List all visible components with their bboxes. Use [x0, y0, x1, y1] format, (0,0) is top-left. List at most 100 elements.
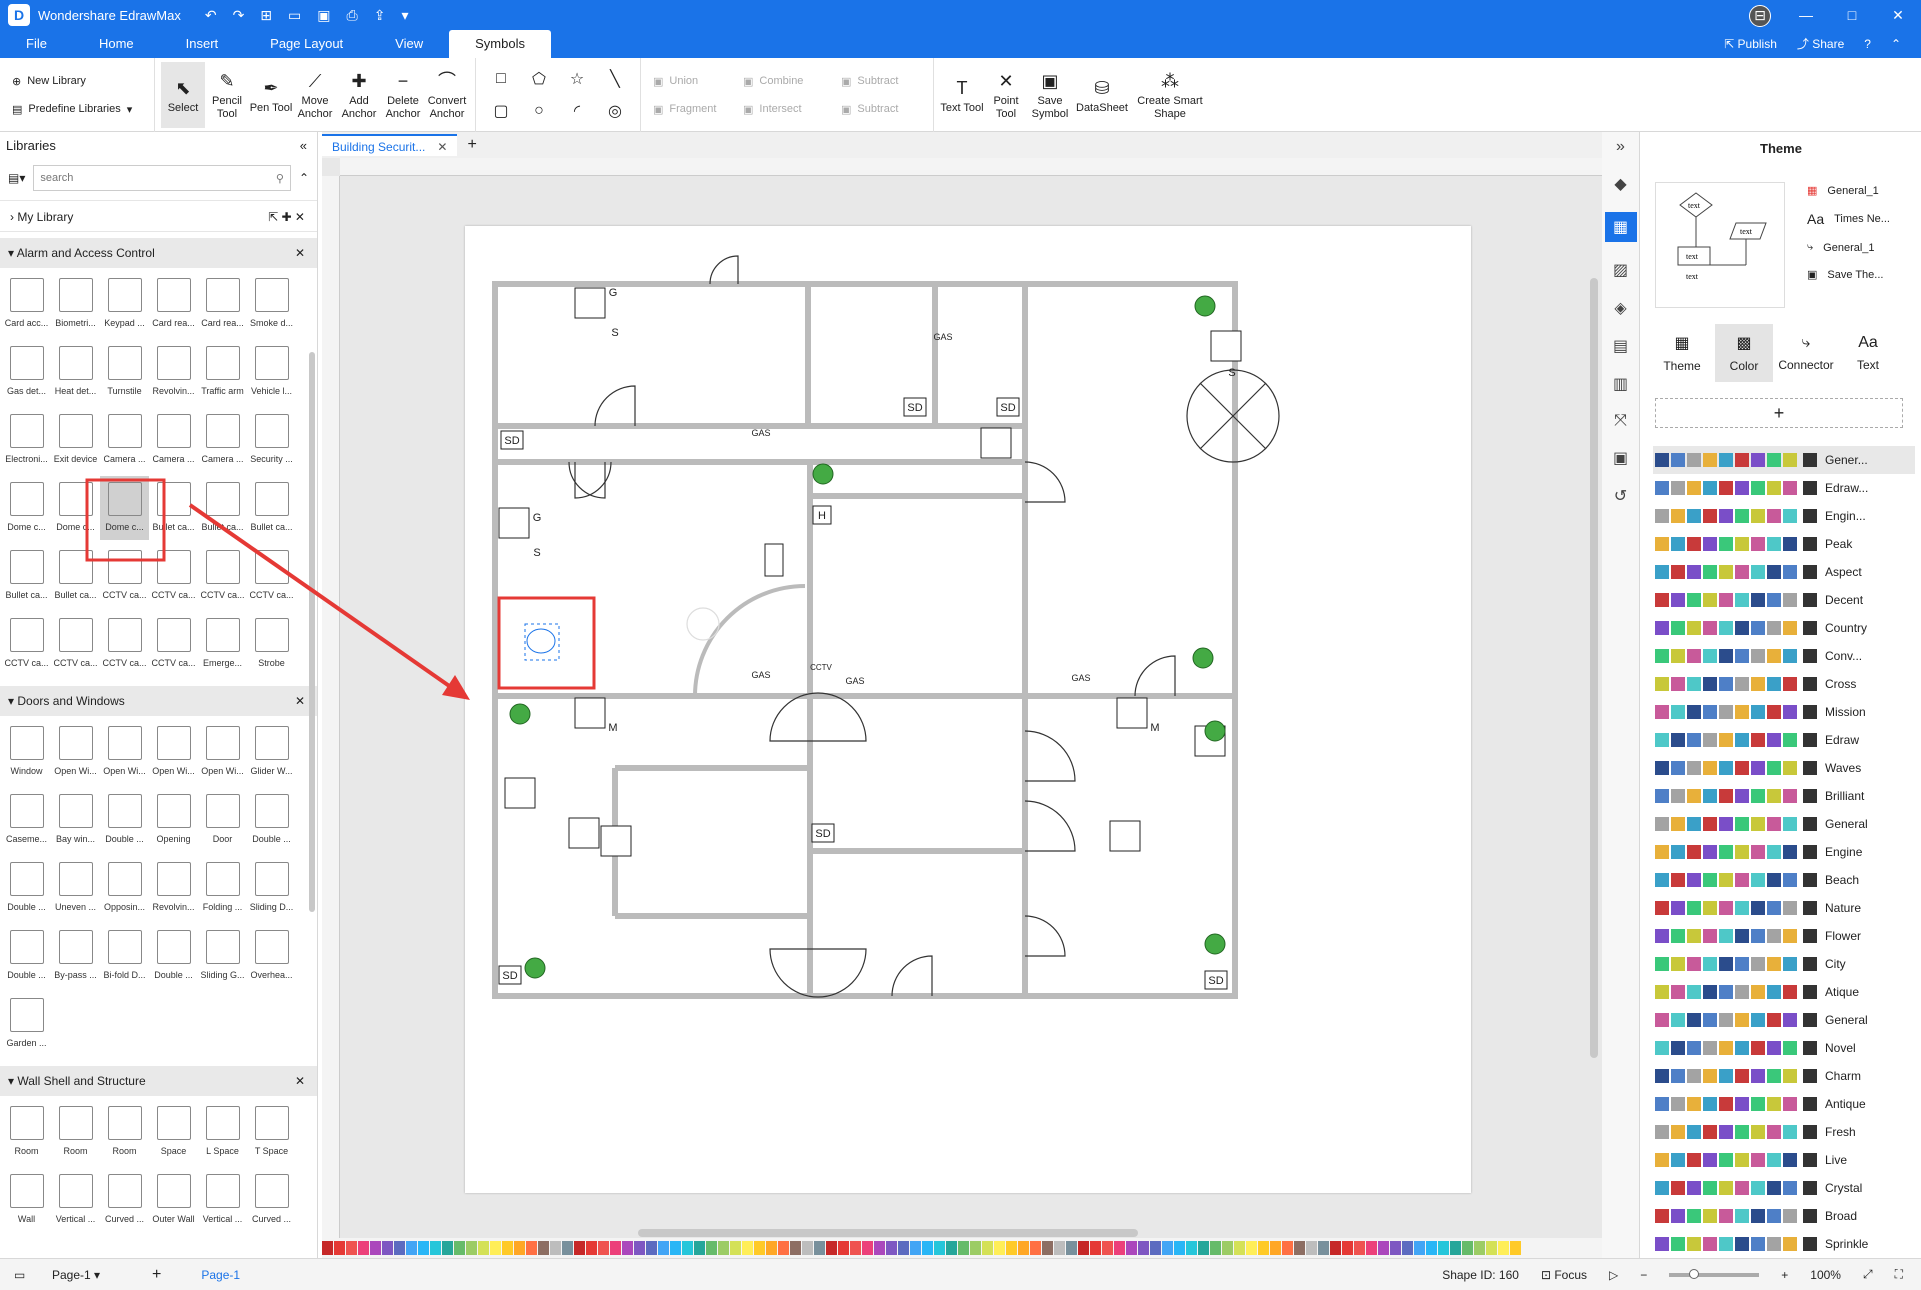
- palette-swatch[interactable]: [1342, 1241, 1353, 1255]
- palette-swatch[interactable]: [1414, 1241, 1425, 1255]
- palette-swatch[interactable]: [1510, 1241, 1521, 1255]
- palette-swatch[interactable]: [598, 1241, 609, 1255]
- theme-row[interactable]: Fresh: [1653, 1118, 1915, 1146]
- theme-row[interactable]: Mission: [1653, 698, 1915, 726]
- zoom-in-icon[interactable]: +: [1781, 1268, 1788, 1282]
- theme-row[interactable]: Engin...: [1653, 502, 1915, 530]
- palette-swatch[interactable]: [1174, 1241, 1185, 1255]
- palette-swatch[interactable]: [1222, 1241, 1233, 1255]
- theme-row[interactable]: Decent: [1653, 586, 1915, 614]
- palette-swatch[interactable]: [1042, 1241, 1053, 1255]
- palette-swatch[interactable]: [1006, 1241, 1017, 1255]
- theme-row[interactable]: Broad: [1653, 1202, 1915, 1230]
- palette-swatch[interactable]: [358, 1241, 369, 1255]
- palette-swatch[interactable]: [1402, 1241, 1413, 1255]
- palette-swatch[interactable]: [1030, 1241, 1041, 1255]
- palette-swatch[interactable]: [1054, 1241, 1065, 1255]
- palette-swatch[interactable]: [670, 1241, 681, 1255]
- connector-option[interactable]: ⤷ General_1: [1807, 241, 1890, 254]
- palette-swatch[interactable]: [766, 1241, 777, 1255]
- theme-icon[interactable]: ▦: [1604, 212, 1637, 242]
- theme-row[interactable]: Charm: [1653, 1062, 1915, 1090]
- palette-swatch[interactable]: [898, 1241, 909, 1255]
- palette-swatch[interactable]: [538, 1241, 549, 1255]
- theme-row[interactable]: Engine: [1653, 838, 1915, 866]
- palette-swatch[interactable]: [502, 1241, 513, 1255]
- palette-swatch[interactable]: [370, 1241, 381, 1255]
- palette-swatch[interactable]: [334, 1241, 345, 1255]
- font-option[interactable]: Aa Times Ne...: [1807, 211, 1890, 227]
- palette-swatch[interactable]: [658, 1241, 669, 1255]
- palette-swatch[interactable]: [1282, 1241, 1293, 1255]
- palette-swatch[interactable]: [586, 1241, 597, 1255]
- palette-swatch[interactable]: [526, 1241, 537, 1255]
- palette-swatch[interactable]: [406, 1241, 417, 1255]
- palette-swatch[interactable]: [394, 1241, 405, 1255]
- palette-swatch[interactable]: [1330, 1241, 1341, 1255]
- palette-swatch[interactable]: [1102, 1241, 1113, 1255]
- palette-swatch[interactable]: [1162, 1241, 1173, 1255]
- theme-row[interactable]: Conv...: [1653, 642, 1915, 670]
- palette-swatch[interactable]: [1258, 1241, 1269, 1255]
- palette-swatch[interactable]: [430, 1241, 441, 1255]
- palette-swatch[interactable]: [1210, 1241, 1221, 1255]
- fit-icon[interactable]: ⤧: [1614, 412, 1627, 430]
- palette-swatch[interactable]: [706, 1241, 717, 1255]
- palette-swatch[interactable]: [1294, 1241, 1305, 1255]
- palette-swatch[interactable]: [970, 1241, 981, 1255]
- theme-row[interactable]: Edraw: [1653, 726, 1915, 754]
- palette-swatch[interactable]: [478, 1241, 489, 1255]
- add-page-icon[interactable]: +: [152, 1266, 161, 1284]
- zoom-slider[interactable]: [1669, 1268, 1760, 1279]
- palette-swatch[interactable]: [802, 1241, 813, 1255]
- tab-text[interactable]: Aa Text: [1839, 324, 1897, 382]
- palette-swatch[interactable]: [718, 1241, 729, 1255]
- palette-swatch[interactable]: [322, 1241, 333, 1255]
- theme-row[interactable]: Novel: [1653, 1034, 1915, 1062]
- palette-swatch[interactable]: [1306, 1241, 1317, 1255]
- palette-swatch[interactable]: [1234, 1241, 1245, 1255]
- palette-swatch[interactable]: [1354, 1241, 1365, 1255]
- theme-row[interactable]: Country: [1653, 614, 1915, 642]
- theme-row[interactable]: Flower: [1653, 922, 1915, 950]
- palette-swatch[interactable]: [622, 1241, 633, 1255]
- theme-row[interactable]: Live: [1653, 1146, 1915, 1174]
- theme-row[interactable]: Atique: [1653, 978, 1915, 1006]
- palette-swatch[interactable]: [778, 1241, 789, 1255]
- theme-row[interactable]: Nature: [1653, 894, 1915, 922]
- theme-row[interactable]: Aspect: [1653, 558, 1915, 586]
- palette-swatch[interactable]: [946, 1241, 957, 1255]
- theme-row[interactable]: Crystal: [1653, 1174, 1915, 1202]
- palette-swatch[interactable]: [418, 1241, 429, 1255]
- tab-theme[interactable]: ▦ Theme: [1653, 324, 1711, 382]
- palette-swatch[interactable]: [562, 1241, 573, 1255]
- theme-row[interactable]: Sprinkle: [1653, 1230, 1915, 1258]
- theme-row[interactable]: General: [1653, 810, 1915, 838]
- palette-swatch[interactable]: [862, 1241, 873, 1255]
- palette-swatch[interactable]: [1114, 1241, 1125, 1255]
- palette-swatch[interactable]: [838, 1241, 849, 1255]
- theme-row[interactable]: Gener...: [1653, 446, 1915, 474]
- palette-swatch[interactable]: [1246, 1241, 1257, 1255]
- palette-swatch[interactable]: [1186, 1241, 1197, 1255]
- palette-swatch[interactable]: [934, 1241, 945, 1255]
- palette-swatch[interactable]: [382, 1241, 393, 1255]
- palette-swatch[interactable]: [1474, 1241, 1485, 1255]
- save-theme-option[interactable]: ▣ Save The...: [1807, 268, 1890, 282]
- focus-button[interactable]: ⊡ Focus: [1541, 1268, 1587, 1282]
- palette-swatch[interactable]: [694, 1241, 705, 1255]
- image-icon[interactable]: ▨: [1613, 260, 1628, 280]
- page-tab[interactable]: Page-1: [201, 1268, 240, 1282]
- tab-color[interactable]: ▩ Color: [1715, 324, 1773, 382]
- layers-icon[interactable]: ◈: [1614, 298, 1626, 318]
- palette-swatch[interactable]: [790, 1241, 801, 1255]
- palette-swatch[interactable]: [1090, 1241, 1101, 1255]
- palette-swatch[interactable]: [490, 1241, 501, 1255]
- palette-swatch[interactable]: [1138, 1241, 1149, 1255]
- zoom-level[interactable]: 100%: [1810, 1268, 1841, 1282]
- page-view-icon[interactable]: ▭: [14, 1268, 25, 1282]
- palette-swatch[interactable]: [682, 1241, 693, 1255]
- theme-row[interactable]: Brilliant: [1653, 782, 1915, 810]
- palette-swatch[interactable]: [1438, 1241, 1449, 1255]
- palette-swatch[interactable]: [442, 1241, 453, 1255]
